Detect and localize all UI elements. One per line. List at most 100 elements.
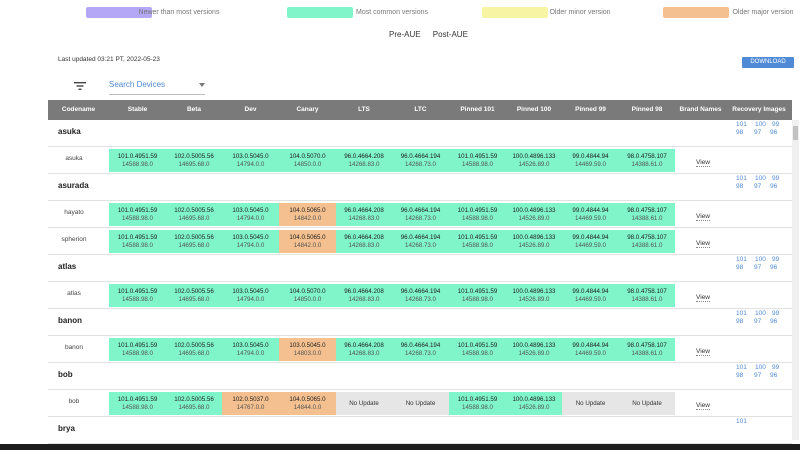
device-codename: atlas [67,290,81,297]
row-divider [48,173,792,174]
chrome-version: 103.0.5045.0 [289,342,326,349]
chrome-version: 100.0.4896.133 [512,153,556,160]
version-cell: 96.0.4664.194 14268.73.0 [392,203,449,226]
recovery-image-link[interactable]: 100 [755,121,766,128]
column-header: Pinned 99 [575,106,606,113]
search-devices-dropdown[interactable]: Search Devices [109,80,205,95]
recovery-image-link[interactable]: 101 [736,256,747,263]
view-brand-names-link[interactable]: View [696,402,710,410]
platform-version: 14588.98.0 [462,215,493,222]
chrome-version: 96.0.4664.208 [344,153,384,160]
view-brand-names-link[interactable]: View [696,213,710,221]
version-cell: 100.0.4896.133 14526.89.0 [506,203,562,226]
version-cell: 99.0.4844.94 14469.59.0 [562,284,619,307]
recovery-image-link[interactable]: 97 [754,318,761,325]
platform-version: 14526.89.0 [518,242,550,249]
row-divider [48,227,792,228]
recovery-image-link[interactable]: 101 [736,175,747,182]
scrollbar[interactable] [792,120,799,440]
version-cell: 99.0.4844.94 14469.59.0 [562,149,619,172]
recovery-image-link[interactable]: 101 [736,310,747,317]
version-cell: 104.0.5065.0 14842.0.0 [279,203,336,226]
chrome-version: 101.0.4951.59 [117,396,158,403]
filter-icon[interactable] [74,81,86,91]
version-cell: 100.0.4896.133 14526.89.0 [506,284,562,307]
platform-version: 14842.0.0 [293,215,322,222]
version-cell: No Update [392,392,449,415]
recovery-image-link[interactable]: 97 [754,183,761,190]
legend-item: Older minor version [482,7,612,18]
download-button[interactable]: DOWNLOAD [742,57,794,68]
platform-version: 14526.89.0 [518,161,550,168]
recovery-image-link[interactable]: 99 [772,310,779,317]
recovery-image-link[interactable]: 96 [770,372,777,379]
recovery-image-link[interactable]: 100 [755,364,766,371]
recovery-image-link[interactable]: 101 [736,364,747,371]
platform-version: 14268.73.0 [405,161,436,168]
recovery-image-link[interactable]: 100 [755,175,766,182]
recovery-image-link[interactable]: 96 [770,264,777,271]
recovery-image-link[interactable]: 99 [772,364,779,371]
recovery-image-link[interactable]: 97 [754,372,761,379]
view-brand-names-link[interactable]: View [696,240,710,248]
chrome-version: 96.0.4664.194 [400,342,441,349]
recovery-image-link[interactable]: 101 [736,418,747,425]
version-cell: 101.0.4951.59 14588.98.0 [449,284,506,307]
version-cell: 98.0.4758.107 14388.61.0 [619,203,675,226]
recovery-image-link[interactable]: 97 [754,264,761,271]
column-header: LTS [358,106,370,113]
chrome-version: 100.0.4896.133 [512,288,556,295]
chrome-version: 96.0.4664.208 [344,342,384,349]
version-cell: 103.0.5045.0 14794.0.0 [222,284,279,307]
recovery-image-link[interactable]: 99 [772,256,779,263]
version-cell: 104.0.5065.0 14844.0.0 [279,392,336,415]
chrome-version: 96.0.4664.194 [400,234,441,241]
platform-version: 14526.89.0 [518,296,550,303]
version-cell: 101.0.4951.59 14588.98.0 [449,338,506,361]
tab-post-aue[interactable]: Post-AUE [433,30,468,39]
view-brand-names-link[interactable]: View [696,294,710,302]
chrome-version: 96.0.4664.194 [400,153,441,160]
version-cell: 104.0.5070.0 14850.0.0 [279,149,336,172]
version-cell: 101.0.4951.59 14588.98.0 [449,230,506,253]
view-brand-names-link[interactable]: View [696,348,710,356]
scrollbar-thumb[interactable] [793,126,798,140]
device-codename: spherion [61,236,87,243]
chrome-version: 103.0.5045.0 [232,288,269,295]
chrome-version: 98.0.4758.107 [627,342,667,349]
recovery-image-link[interactable]: 96 [770,129,777,136]
chrome-version: 100.0.4896.133 [512,396,556,403]
platform-version: 14850.0.0 [293,161,322,168]
version-cell: 99.0.4844.94 14469.59.0 [562,230,619,253]
recovery-image-link[interactable]: 98 [736,372,743,379]
row-divider [48,254,792,255]
recovery-image-link[interactable]: 98 [736,129,743,136]
tab-pre-aue[interactable]: Pre-AUE [389,30,421,39]
group-name: brya [58,424,75,433]
group-name: asurada [58,181,89,190]
platform-version: 14794.0.0 [236,161,265,168]
platform-version: 14588.98.0 [462,242,493,249]
platform-version: 14588.98.0 [122,215,153,222]
chrome-version: 101.0.4951.59 [457,288,498,295]
chrome-version: 101.0.4951.59 [117,207,158,214]
recovery-image-link[interactable]: 97 [754,129,761,136]
recovery-image-link[interactable]: 98 [736,318,743,325]
chrome-version: 99.0.4844.94 [572,288,609,295]
recovery-image-link[interactable]: 96 [770,318,777,325]
platform-version: 14588.98.0 [122,296,153,303]
recovery-image-link[interactable]: 99 [772,121,779,128]
recovery-image-link[interactable]: 96 [770,183,777,190]
recovery-image-link[interactable]: 101 [736,121,747,128]
recovery-image-link[interactable]: 100 [755,310,766,317]
recovery-image-link[interactable]: 98 [736,183,743,190]
recovery-image-link[interactable]: 100 [755,256,766,263]
chrome-version: 102.0.5005.56 [174,234,214,241]
view-brand-names-link[interactable]: View [696,159,710,167]
column-header: Pinned 101 [460,106,495,113]
platform-version: 14844.0.0 [293,404,322,411]
version-cell: 98.0.4758.107 14388.61.0 [619,149,675,172]
recovery-image-link[interactable]: 98 [736,264,743,271]
version-cell: No Update [336,392,392,415]
recovery-image-link[interactable]: 99 [772,175,779,182]
